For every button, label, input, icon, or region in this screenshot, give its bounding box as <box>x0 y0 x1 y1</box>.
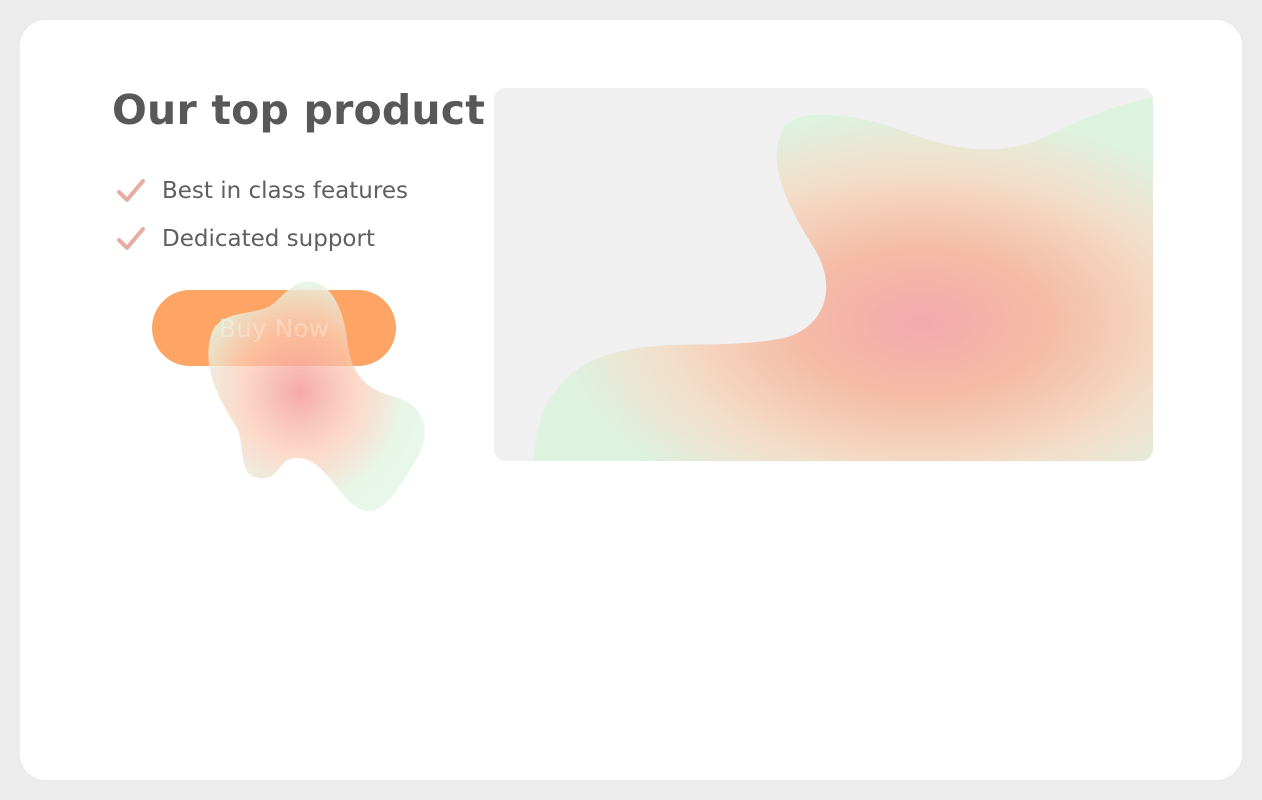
product-image <box>494 88 1153 461</box>
check-icon <box>117 179 145 202</box>
gradient-blob-image <box>534 97 1153 461</box>
feature-item: Dedicated support <box>116 215 408 263</box>
feature-label: Dedicated support <box>162 226 375 252</box>
buy-now-button[interactable]: Buy Now <box>152 290 396 366</box>
feature-list: Best in class features Dedicated support <box>116 167 408 263</box>
feature-label: Best in class features <box>162 178 408 204</box>
product-card: Our top product Best in class features D… <box>20 20 1242 780</box>
feature-item: Best in class features <box>116 167 408 215</box>
check-icon <box>117 227 145 250</box>
page-title: Our top product <box>112 86 486 134</box>
